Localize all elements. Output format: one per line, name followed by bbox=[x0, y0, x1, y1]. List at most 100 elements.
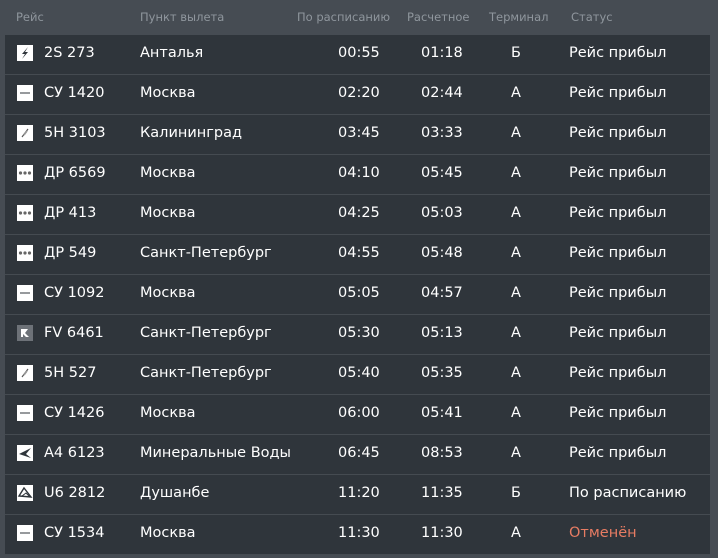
flight-row[interactable]: 2S 273 Анталья 00:55 01:18 Б Рейс прибыл bbox=[5, 35, 710, 75]
terminal: A bbox=[511, 165, 521, 181]
flight-row[interactable]: ДР 6569 Москва 04:10 05:45 A Рейс прибыл bbox=[5, 155, 710, 195]
departure-city: Санкт-Петербург bbox=[140, 245, 272, 261]
terminal: A bbox=[511, 405, 521, 421]
scheduled-time: 00:55 bbox=[338, 45, 380, 61]
estimated-time: 11:35 bbox=[421, 485, 463, 501]
flight-status: Рейс прибыл bbox=[569, 285, 667, 301]
flight-status: Рейс прибыл bbox=[569, 445, 667, 461]
scheduled-time: 04:25 bbox=[338, 205, 380, 221]
departure-city: Москва bbox=[140, 405, 196, 421]
terminal: A bbox=[511, 365, 521, 381]
estimated-time: 08:53 bbox=[421, 445, 463, 461]
terminal: A bbox=[511, 445, 521, 461]
flight-status: Рейс прибыл bbox=[569, 125, 667, 141]
header-status: Статус bbox=[571, 10, 613, 24]
scheduled-time: 05:05 bbox=[338, 285, 380, 301]
flight-row[interactable]: А4 6123 Минеральные Воды 06:45 08:53 A Рейс п… bbox=[5, 435, 710, 475]
flight-row[interactable]: ДР 549 Санкт-Петербург 04:55 05:48 A Рейс при… bbox=[5, 235, 710, 275]
flight-row[interactable]: ДР 413 Москва 04:25 05:03 A Рейс прибыл bbox=[5, 195, 710, 235]
flight-number: FV 6461 bbox=[44, 325, 104, 341]
nordstar-airline-icon bbox=[17, 325, 33, 341]
flight-number: ДР 413 bbox=[44, 205, 97, 221]
flight-row[interactable]: 5H 527 Санкт-Петербург 05:40 05:35 A Рейс при… bbox=[5, 355, 710, 395]
scheduled-time: 11:20 bbox=[338, 485, 380, 501]
terminal: Б bbox=[511, 45, 521, 61]
terminal: Б bbox=[511, 485, 521, 501]
table-header: Рейс Пункт вылета По расписанию Расчетно… bbox=[0, 0, 718, 34]
estimated-time: 05:45 bbox=[421, 165, 463, 181]
flight-status: Рейс прибыл bbox=[569, 85, 667, 101]
departure-city: Москва bbox=[140, 85, 196, 101]
flight-number: 5H 3103 bbox=[44, 125, 106, 141]
aeroflot-airline-icon bbox=[17, 525, 33, 541]
flight-row[interactable]: 5H 3103 Калининград 03:45 03:33 A Рейс прибыл bbox=[5, 115, 710, 155]
flight-row[interactable]: СУ 1420 Москва 02:20 02:44 A Рейс прибыл bbox=[5, 75, 710, 115]
flight-status: Рейс прибыл bbox=[569, 45, 667, 61]
departure-city: Москва bbox=[140, 285, 196, 301]
departure-city: Анталья bbox=[140, 45, 204, 61]
departure-city: Санкт-Петербург bbox=[140, 325, 272, 341]
terminal: A bbox=[511, 85, 521, 101]
terminal: A bbox=[511, 205, 521, 221]
flight-number: СУ 1426 bbox=[44, 405, 105, 421]
aeroflot-airline-icon bbox=[17, 85, 33, 101]
aeroflot-airline-icon bbox=[17, 405, 33, 421]
estimated-time: 01:18 bbox=[421, 45, 463, 61]
pobeda-airline-icon bbox=[17, 365, 33, 381]
flight-number: 5H 527 bbox=[44, 365, 97, 381]
scheduled-time: 03:45 bbox=[338, 125, 380, 141]
departure-city: Москва bbox=[140, 525, 196, 541]
departure-city: Санкт-Петербург bbox=[140, 365, 272, 381]
flight-status: Рейс прибыл bbox=[569, 165, 667, 181]
estimated-time: 04:57 bbox=[421, 285, 463, 301]
header-from: Пункт вылета bbox=[140, 10, 225, 24]
estimated-time: 05:48 bbox=[421, 245, 463, 261]
scheduled-time: 04:10 bbox=[338, 165, 380, 181]
estimated-time: 11:30 bbox=[421, 525, 463, 541]
terminal: A bbox=[511, 525, 521, 541]
flight-number: СУ 1420 bbox=[44, 85, 105, 101]
flight-status: Отменён bbox=[569, 525, 637, 541]
estimated-time: 05:13 bbox=[421, 325, 463, 341]
departure-city: Москва bbox=[140, 205, 196, 221]
header-scheduled: По расписанию bbox=[297, 10, 391, 24]
flight-row[interactable]: СУ 1534 Москва 11:30 11:30 A Отменён bbox=[5, 515, 710, 555]
scheduled-time: 05:30 bbox=[338, 325, 380, 341]
flight-status: Рейс прибыл bbox=[569, 405, 667, 421]
arrivals-board: Рейс Пункт вылета По расписанию Расчетно… bbox=[0, 0, 718, 558]
flight-row[interactable]: СУ 1092 Москва 05:05 04:57 A Рейс прибыл bbox=[5, 275, 710, 315]
flights-list: 2S 273 Анталья 00:55 01:18 Б Рейс прибыл СУ 14… bbox=[5, 35, 710, 555]
flight-number: А4 6123 bbox=[44, 445, 105, 461]
rossiya-airline-icon bbox=[17, 245, 33, 261]
estimated-time: 05:41 bbox=[421, 405, 463, 421]
rossiya-airline-icon bbox=[17, 205, 33, 221]
header-flight: Рейс bbox=[16, 10, 44, 24]
terminal: A bbox=[511, 125, 521, 141]
scheduled-time: 05:40 bbox=[338, 365, 380, 381]
departure-city: Калининград bbox=[140, 125, 242, 141]
header-estimated: Расчетное bbox=[407, 10, 470, 24]
flight-number: СУ 1534 bbox=[44, 525, 105, 541]
flight-number: СУ 1092 bbox=[44, 285, 105, 301]
estimated-time: 03:33 bbox=[421, 125, 463, 141]
departure-city: Душанбе bbox=[140, 485, 210, 501]
aeroflot-airline-icon bbox=[17, 285, 33, 301]
flight-row[interactable]: СУ 1426 Москва 06:00 05:41 A Рейс прибыл bbox=[5, 395, 710, 435]
flight-row[interactable]: FV 6461 Санкт-Петербург 05:30 05:13 A Рейс пр… bbox=[5, 315, 710, 355]
estimated-time: 05:03 bbox=[421, 205, 463, 221]
estimated-time: 05:35 bbox=[421, 365, 463, 381]
departure-city: Москва bbox=[140, 165, 196, 181]
flight-status: По расписанию bbox=[569, 485, 687, 501]
flight-row[interactable]: U6 2812 Душанбе 11:20 11:35 Б По расписанию bbox=[5, 475, 710, 515]
flight-number: ДР 549 bbox=[44, 245, 97, 261]
scheduled-time: 06:00 bbox=[338, 405, 380, 421]
terminal: A bbox=[511, 285, 521, 301]
departure-city: Минеральные Воды bbox=[140, 445, 291, 461]
estimated-time: 02:44 bbox=[421, 85, 463, 101]
scheduled-time: 02:20 bbox=[338, 85, 380, 101]
scheduled-time: 06:45 bbox=[338, 445, 380, 461]
flight-status: Рейс прибыл bbox=[569, 365, 667, 381]
scheduled-time: 04:55 bbox=[338, 245, 380, 261]
flight-number: ДР 6569 bbox=[44, 165, 106, 181]
terminal: A bbox=[511, 245, 521, 261]
